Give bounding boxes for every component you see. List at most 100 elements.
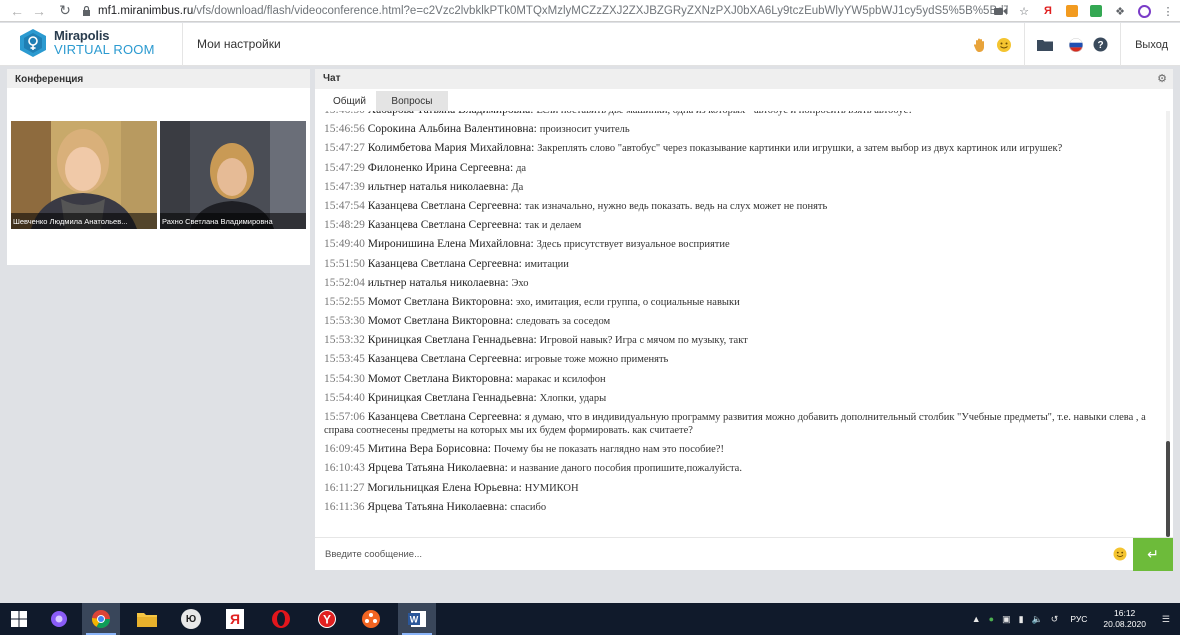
- message-time: 15:52:04: [324, 276, 365, 289]
- profile-icon[interactable]: [1136, 3, 1152, 19]
- emoji-icon[interactable]: [995, 36, 1013, 54]
- tray-volume-icon[interactable]: 🔈: [1032, 614, 1043, 625]
- message-time: 15:47:39: [324, 180, 365, 193]
- tray-network-icon[interactable]: ▣: [1002, 614, 1011, 625]
- chat-message: 15:57:06 Казанцева Светлана Сергеевна: я…: [324, 411, 1152, 437]
- message-time: 15:49:40: [324, 238, 365, 251]
- start-button[interactable]: [0, 603, 38, 635]
- taskbar-opera[interactable]: [262, 603, 300, 635]
- chat-messages[interactable]: 15:46:50 Хабарова Татьяна Владимировна: …: [315, 111, 1165, 537]
- gear-icon[interactable]: ⚙: [1157, 72, 1167, 85]
- logo-line1: Mirapolis: [54, 28, 110, 43]
- taskbar-chrome[interactable]: [82, 603, 120, 635]
- tray-arrow-icon[interactable]: ▲: [972, 614, 981, 624]
- back-icon[interactable]: ←: [6, 0, 28, 22]
- logo-icon: [20, 29, 46, 57]
- notifications-icon[interactable]: ☰: [1162, 614, 1170, 625]
- message-text: Закреплять слово "автобус" через показыв…: [537, 143, 1063, 155]
- chat-message: 15:52:04 ильтнер наталья николаевна: Эхо: [324, 277, 1152, 290]
- reload-icon[interactable]: ↻: [54, 0, 76, 22]
- video-camera-icon[interactable]: [992, 3, 1008, 19]
- header-divider-2: [1024, 23, 1026, 66]
- message-author: Криницкая Светлана Геннадьевна:: [367, 391, 537, 404]
- chat-message: 15:54:40 Криницкая Светлана Геннадьевна:…: [324, 392, 1152, 405]
- clock[interactable]: 16:12 20.08.2020: [1103, 608, 1146, 630]
- message-time: 16:11:27: [324, 481, 365, 494]
- message-author: Казанцева Светлана Сергеевна:: [367, 257, 522, 270]
- message-author: Миронишина Елена Михайловна:: [367, 238, 534, 251]
- raise-hand-icon[interactable]: [971, 36, 989, 54]
- puzzle-icon[interactable]: ❖: [1112, 3, 1128, 19]
- chat-message: 15:53:30 Момот Светлана Викторовна: след…: [324, 315, 1152, 328]
- chat-message: 16:11:27 Могильницкая Елена Юрьевна: НУМ…: [324, 482, 1152, 495]
- tray-app-icon[interactable]: ●: [989, 614, 994, 624]
- taskbar-yandex-browser[interactable]: Y: [308, 603, 346, 635]
- address-bar[interactable]: mf1.miranimbus.ru/vfs/download/flash/vid…: [82, 2, 1022, 20]
- clock-time: 16:12: [1114, 608, 1136, 618]
- taskbar-yandex[interactable]: Я: [216, 603, 254, 635]
- yu-icon: Ю: [181, 609, 201, 629]
- taskbar-alice[interactable]: [40, 603, 78, 635]
- conference-title: Конференция: [15, 74, 84, 85]
- chat-title: Чат: [323, 73, 341, 84]
- exit-button[interactable]: Выход: [1129, 39, 1180, 51]
- chat-messages-list: 15:46:50 Хабарова Татьяна Владимировна: …: [324, 111, 1152, 520]
- message-author: Момот Светлана Викторовна:: [367, 372, 514, 385]
- language-flag-icon[interactable]: [1067, 36, 1085, 54]
- taskbar-yu-app[interactable]: Ю: [172, 603, 210, 635]
- message-time: 15:53:45: [324, 353, 365, 366]
- chat-message: 15:53:45 Казанцева Светлана Сергеевна: и…: [324, 353, 1152, 366]
- help-icon[interactable]: ?: [1091, 36, 1109, 54]
- message-text: Почему бы не показать наглядно нам это п…: [493, 444, 724, 456]
- conference-panel: Конференция Шевченко Людмила Анатольев..…: [7, 69, 310, 265]
- chat-header: Чат ⚙: [315, 69, 1173, 89]
- chat-message: 15:51:50 Казанцева Светлана Сергеевна: и…: [324, 258, 1152, 271]
- video-tile-participant-2[interactable]: Рахно Светлана Владимировна: [160, 121, 306, 229]
- taskbar-word[interactable]: W: [398, 603, 436, 635]
- chat-message: 16:10:43 Ярцева Татьяна Николаевна: и на…: [324, 462, 1152, 475]
- chat-message: 15:49:40 Миронишина Елена Михайловна: Зд…: [324, 238, 1152, 251]
- message-time: 15:52:55: [324, 295, 365, 308]
- emoji-picker-icon[interactable]: [1113, 547, 1127, 561]
- taskbar-explorer[interactable]: [128, 603, 166, 635]
- video-tile-participant-1[interactable]: Шевченко Людмила Анатольев...: [11, 121, 157, 229]
- chat-scrollbar-thumb[interactable]: [1166, 441, 1170, 537]
- message-author: Хабарова Татьяна Владимировна:: [368, 111, 534, 116]
- logo: Mirapolis VIRTUAL ROOM: [18, 28, 155, 58]
- message-author: Момот Светлана Викторовна:: [367, 315, 514, 328]
- my-settings-link[interactable]: Мои настройки: [197, 37, 281, 51]
- taskbar-orange-app[interactable]: [352, 603, 390, 635]
- browser-toolbar: ← → ↻ mf1.miranimbus.ru/vfs/download/fla…: [0, 0, 1180, 22]
- message-text: Да: [511, 181, 524, 193]
- tab-questions[interactable]: Вопросы: [375, 91, 448, 111]
- message-author: Ярцева Татьяна Николаевна:: [367, 462, 508, 475]
- forward-icon[interactable]: →: [28, 0, 50, 22]
- message-input[interactable]: [325, 544, 1105, 564]
- language-indicator[interactable]: РУС: [1070, 614, 1087, 624]
- tray-sync-icon[interactable]: ↺: [1051, 614, 1059, 625]
- message-time: 16:10:43: [324, 462, 365, 475]
- message-text: Хлопки, удары: [539, 392, 607, 404]
- tray-battery-icon[interactable]: ▮: [1019, 614, 1024, 625]
- yandex-icon[interactable]: Я: [1040, 3, 1056, 19]
- extensions-area: ☆ Я ❖ ⋮: [992, 2, 1176, 20]
- message-text: Если поставить две машинки, одна из кото…: [536, 111, 912, 116]
- menu-dots-icon[interactable]: ⋮: [1160, 3, 1176, 19]
- enter-icon: ↵: [1147, 546, 1159, 562]
- chat-message: 16:11:36 Ярцева Татьяна Николаевна: спас…: [324, 501, 1152, 514]
- chat-message: 15:48:29 Казанцева Светлана Сергеевна: т…: [324, 219, 1152, 232]
- extension-green-icon[interactable]: [1088, 3, 1104, 19]
- chrome-icon: [92, 610, 110, 629]
- folder-icon[interactable]: [1036, 36, 1054, 54]
- star-icon[interactable]: ☆: [1016, 3, 1032, 19]
- word-icon: W: [408, 611, 426, 627]
- chat-scrollbar[interactable]: [1166, 111, 1170, 537]
- send-button[interactable]: ↵: [1133, 538, 1173, 571]
- svg-text:?: ?: [1097, 40, 1103, 51]
- message-author: Митина Вера Борисовна:: [367, 443, 491, 456]
- folder-explorer-icon: [137, 613, 157, 627]
- tab-general[interactable]: Общий: [323, 91, 376, 111]
- extension-orange-icon[interactable]: [1064, 3, 1080, 19]
- message-text: следовать за соседом: [516, 316, 611, 328]
- chat-message: 15:46:50 Хабарова Татьяна Владимировна: …: [324, 111, 1152, 117]
